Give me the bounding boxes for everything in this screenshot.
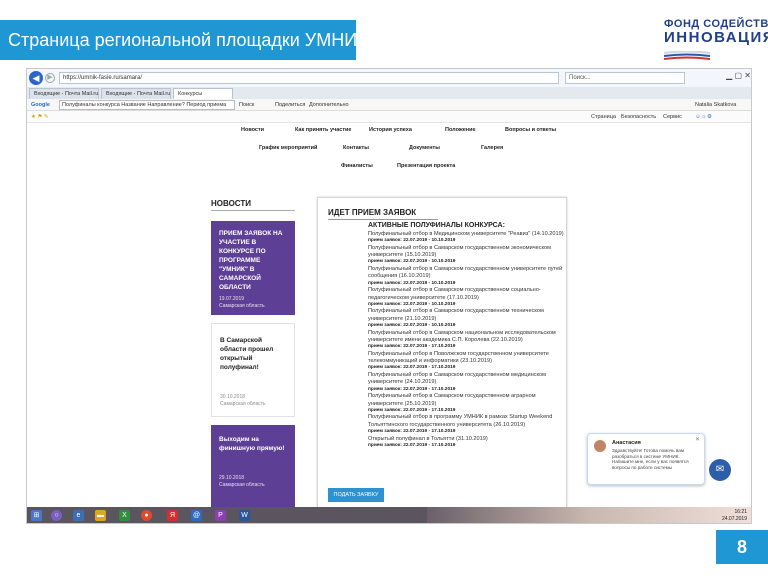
slide: Страница региональной площадки УМНИК в С…: [0, 0, 768, 576]
news-card-region: Самарская область: [219, 303, 265, 309]
menu-service[interactable]: Сервис: [663, 111, 682, 123]
panel-subtitle: АКТИВНЫЕ ПОЛУФИНАЛЫ КОНКУРСА:: [368, 222, 505, 229]
favorites-star-icon[interactable]: ★ ⚑ ✎: [31, 111, 49, 123]
panel-divider: [328, 219, 438, 220]
site-navigation: Новости Как принять участие История успе…: [27, 123, 751, 183]
address-bar[interactable]: https://umnik-fasie.ru/samara/: [59, 72, 559, 84]
semifinal-item[interactable]: Полуфинальный отбор в Самарском государс…: [368, 393, 564, 408]
semifinal-item[interactable]: Полуфинальный отбор в Поволжском государ…: [368, 351, 564, 366]
semifinals-list: Полуфинальный отбор в Медицинском универ…: [368, 231, 564, 449]
apply-button[interactable]: ПОДАТЬ ЗАЯВКУ: [328, 488, 384, 502]
taskbar-wallpaper: [427, 507, 751, 523]
nav-how-to-participate[interactable]: Как принять участие: [295, 127, 351, 133]
semifinal-item[interactable]: Полуфинальный отбор в программу УМНИК в …: [368, 414, 564, 429]
nav-documents[interactable]: Документы: [409, 145, 440, 151]
tabs-row: Входящие - Почта Mail.ru Входящие - Почт…: [27, 87, 751, 99]
semifinal-item[interactable]: Полуфинальный отбор в Самарском национал…: [368, 330, 564, 345]
browser-window: ◀ ▶ https://umnik-fasie.ru/samara/ Поиск…: [26, 68, 752, 524]
chrome-icon[interactable]: ●: [141, 510, 152, 521]
user-name[interactable]: Natalia Skatkova: [695, 99, 736, 111]
semifinal-dates: прием заявок: 22.07.2019 - 17.10.2019: [368, 428, 456, 434]
news-card-region: Самарская область: [219, 482, 265, 488]
news-card-date: 29.10.2018: [219, 475, 245, 481]
browser-search-input[interactable]: Поиск...: [565, 72, 685, 84]
news-card-region: Самарская область: [220, 401, 266, 407]
news-card[interactable]: В Самарской области прошел открытый полу…: [211, 323, 295, 417]
nav-finalists[interactable]: Финалисты: [341, 163, 373, 169]
search-icon[interactable]: ○: [51, 510, 62, 521]
nav-events-schedule[interactable]: График мероприятий: [259, 145, 317, 151]
more-button[interactable]: Дополнительно: [309, 99, 349, 111]
nav-contacts[interactable]: Контакты: [343, 145, 369, 151]
google-search-input[interactable]: Полуфиналы конкурса Название Направление…: [59, 100, 235, 110]
toolbar-icons[interactable]: ☺ ⌂ ⚙: [695, 111, 712, 123]
avatar: [594, 440, 606, 452]
flag-stripes-icon: [664, 51, 710, 60]
tab-konkursy[interactable]: Конкурсы: [173, 88, 233, 99]
powerpoint-icon[interactable]: P: [215, 510, 226, 521]
menu-page[interactable]: Страница: [591, 111, 616, 123]
semifinal-item[interactable]: Полуфинальный отбор в Самарском государс…: [368, 266, 564, 281]
tab-mail-1[interactable]: Входящие - Почта Mail.ru: [29, 88, 99, 99]
windows-taskbar: ⊞ ○ e ▬ X ● Я @ P W 16:21 24.07.2019: [27, 507, 751, 523]
news-card-title: Выходим на финишную прямую!: [219, 436, 285, 452]
share-button[interactable]: Поделиться: [275, 99, 305, 111]
news-heading: НОВОСТИ: [211, 199, 252, 208]
edge-icon[interactable]: e: [73, 510, 84, 521]
mail-icon[interactable]: @: [191, 510, 202, 521]
chat-agent-name: Анастасия: [612, 440, 641, 446]
menu-security[interactable]: Безопасность: [621, 111, 656, 123]
page-number: 8: [716, 530, 768, 564]
semifinal-dates: прием заявок: 22.07.2019 - 10.10.2019: [368, 323, 456, 329]
nav-regulations[interactable]: Положение: [445, 127, 476, 133]
news-card[interactable]: ПРИЕМ ЗАЯВОК НА УЧАСТИЕ В КОНКУРСЕ ПО ПР…: [211, 221, 295, 315]
logo-line-2: ИННОВАЦИЯМ: [664, 29, 768, 46]
browser-toolbar: Google Полуфиналы конкурса Название Напр…: [27, 99, 751, 111]
word-icon[interactable]: W: [239, 510, 250, 521]
semifinal-item[interactable]: Открытый полуфинал в Тольятти (31.10.201…: [368, 436, 564, 443]
semifinal-dates: прием заявок: 22.07.2019 - 10.10.2019: [368, 238, 456, 244]
close-icon[interactable]: ✕: [695, 436, 700, 443]
fund-logo: ФОНД СОДЕЙСТВИЯ ИННОВАЦИЯМ: [664, 18, 768, 68]
semifinal-item[interactable]: Полуфинальный отбор в Самарском государс…: [368, 287, 564, 302]
chat-widget[interactable]: Анастасия Здравствуйте! Готова помочь ва…: [587, 433, 705, 485]
forward-button[interactable]: ▶: [45, 73, 55, 83]
semifinal-item[interactable]: Полуфинальный отбор в Самарском государс…: [368, 245, 564, 260]
slide-title: Страница региональной площадки УМНИК в С…: [0, 20, 414, 60]
clock-date: 24.07.2019: [721, 516, 747, 522]
start-icon[interactable]: ⊞: [31, 510, 42, 521]
google-search-button[interactable]: Поиск: [239, 99, 254, 111]
back-button[interactable]: ◀: [29, 71, 43, 85]
news-card-title: ПРИЕМ ЗАЯВОК НА УЧАСТИЕ В КОНКУРСЕ ПО ПР…: [219, 230, 283, 291]
nav-faq[interactable]: Вопросы и ответы: [505, 127, 556, 133]
nav-news[interactable]: Новости: [241, 127, 264, 133]
taskbar-clock[interactable]: 16:21 24.07.2019: [722, 509, 747, 523]
clock-time: 16:21: [734, 509, 747, 515]
chat-icon[interactable]: ✉: [709, 459, 731, 481]
yandex-icon[interactable]: Я: [167, 510, 178, 521]
semifinal-dates: прием заявок: 22.07.2019 - 17.10.2019: [368, 344, 456, 350]
google-label: Google: [31, 102, 50, 108]
nav-gallery[interactable]: Галерея: [481, 145, 503, 151]
window-controls[interactable]: ▁ ▢ ✕: [726, 71, 751, 80]
news-card[interactable]: Выходим на финишную прямую! 29.10.2018 С…: [211, 425, 295, 507]
news-card-date: 19.07.2019: [219, 296, 245, 302]
applications-panel: ИДЕТ ПРИЕМ ЗАЯВОК АКТИВНЫЕ ПОЛУФИНАЛЫ КО…: [317, 197, 567, 509]
folder-icon[interactable]: ▬: [95, 510, 106, 521]
panel-title: ИДЕТ ПРИЕМ ЗАЯВОК: [328, 208, 417, 217]
excel-icon[interactable]: X: [119, 510, 130, 521]
semifinal-dates: прием заявок: 22.07.2019 - 17.10.2019: [368, 442, 456, 448]
tab-mail-2[interactable]: Входящие - Почта Mail.ru: [101, 88, 171, 99]
nav-success-stories[interactable]: История успеха: [369, 127, 412, 133]
news-card-title: В Самарской области прошел открытый полу…: [220, 337, 274, 371]
semifinal-item[interactable]: Полуфинальный отбор в Самарском государс…: [368, 372, 564, 387]
command-bar: ★ ⚑ ✎ Страница Безопасность Сервис ☺ ⌂ ⚙: [27, 111, 751, 123]
chat-message: Здравствуйте! Готова помочь вам разобрат…: [612, 448, 689, 470]
semifinal-item[interactable]: Полуфинальный отбор в Самарском государс…: [368, 308, 564, 323]
browser-nav-row: ◀ ▶ https://umnik-fasie.ru/samara/ Поиск…: [27, 69, 751, 87]
news-divider: [211, 210, 295, 211]
news-card-date: 30.10.2018: [220, 394, 246, 400]
nav-project-presentation[interactable]: Презентация проекта: [397, 163, 455, 169]
